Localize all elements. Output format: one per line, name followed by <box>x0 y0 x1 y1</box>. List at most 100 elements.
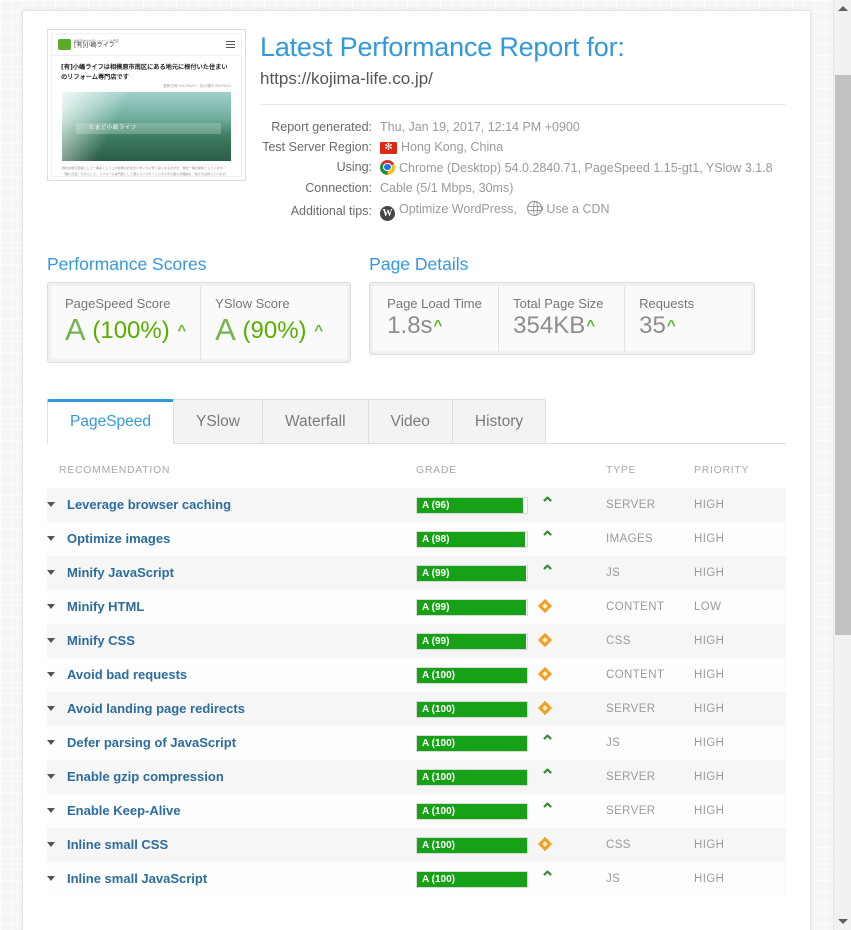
expand-caret-icon[interactable] <box>47 672 55 678</box>
pagespeed-score-cell[interactable]: PageSpeed Score A (100%) ^ <box>51 285 202 360</box>
table-row[interactable]: Enable Keep-Alive A (100) ⌃ SERVER HIGH <box>47 794 786 829</box>
recommendation-link[interactable]: Leverage browser caching <box>67 497 231 512</box>
table-row[interactable]: Enable gzip compression A (100) ⌃ SERVER HIG… <box>47 760 786 795</box>
requests-cell[interactable]: Requests 35^ <box>625 285 752 352</box>
globe-icon <box>527 200 543 217</box>
page-load-time-cell[interactable]: Page Load Time 1.8s^ <box>373 285 500 352</box>
total-page-size-label: Total Page Size <box>513 295 604 311</box>
tab-yslow[interactable]: YSlow <box>173 399 263 444</box>
meta-region-text: Hong Kong, China <box>401 139 504 154</box>
diamond-icon <box>528 700 572 718</box>
expand-caret-icon[interactable] <box>47 536 55 542</box>
grade-cell: A (100) ⌃ <box>416 862 606 896</box>
caret-up-icon: ^ <box>314 321 323 339</box>
type-cell: CSS <box>606 839 631 852</box>
table-row[interactable]: Avoid bad requests A (100) CONTENT HIGH <box>47 658 786 693</box>
expand-caret-icon[interactable] <box>47 706 55 712</box>
recommendation-link[interactable]: Optimize images <box>67 531 170 546</box>
expand-caret-icon[interactable] <box>47 808 55 814</box>
diamond-glyph <box>537 599 553 614</box>
recommendation-link[interactable]: Enable gzip compression <box>67 769 224 784</box>
expand-caret-icon[interactable] <box>47 774 55 780</box>
site-thumbnail[interactable]: 相模原市の住宅リフォーム専門店 [有]小嶋ライフ [有]小嶋ライフは相模原市南区… <box>47 29 246 181</box>
recommendation-link[interactable]: Minify CSS <box>67 633 135 648</box>
chevron-up-glyph: ⌃ <box>540 494 556 515</box>
yslow-score-cell[interactable]: YSlow Score A (90%) ^ <box>201 285 348 360</box>
table-row[interactable]: Minify CSS A (99) CSS HIGH <box>47 624 786 659</box>
requests-value: 35^ <box>639 312 737 340</box>
chevron-up-icon: ⌃ <box>528 733 572 753</box>
expand-caret-icon[interactable] <box>47 842 55 848</box>
diamond-icon <box>528 666 572 684</box>
table-row[interactable]: Minify JavaScript A (99) ⌃ JS HIGH <box>47 556 786 591</box>
recommendation-link[interactable]: Inline small JavaScript <box>67 871 207 886</box>
scroll-down-button[interactable] <box>834 913 851 930</box>
grade-cell: A (100) <box>416 692 606 726</box>
recommendation-link[interactable]: Defer parsing of JavaScript <box>67 735 236 750</box>
expand-caret-icon[interactable] <box>47 604 55 610</box>
pagespeed-score-label: PageSpeed Score <box>65 295 171 311</box>
chevron-up-glyph: ⌃ <box>540 562 556 583</box>
tab-history[interactable]: History <box>451 399 547 444</box>
scroll-up-button[interactable] <box>834 0 851 17</box>
meta-label-tips: Additional tips: <box>290 203 372 218</box>
column-header-grade: GRADE <box>416 464 457 477</box>
column-header-priority: PRIORITY <box>694 464 750 477</box>
grade-bar: A (100) <box>416 802 528 820</box>
thumbnail-logo-row: 相模原市の住宅リフォーム専門店 [有]小嶋ライフ <box>52 34 241 56</box>
table-row[interactable]: Inline small CSS A (100) CSS HIGH <box>47 828 786 863</box>
tip-wordpress-link[interactable]: Optimize WordPress, <box>399 202 517 216</box>
thumbnail-photo-sign: たまど小嶋ライフ <box>89 124 137 131</box>
grade-bar: A (100) <box>416 700 528 718</box>
table-row[interactable]: Inline small JavaScript A (100) ⌃ JS HIGH <box>47 862 786 897</box>
table-row[interactable]: Leverage browser caching A (96) ⌃ SERVER HIG… <box>47 488 786 523</box>
page-title: Latest Performance Report for: <box>260 32 625 62</box>
caret-up-icon: ^ <box>177 321 187 339</box>
vertical-scrollbar[interactable] <box>833 0 851 930</box>
chevron-up-icon: ⌃ <box>528 563 572 583</box>
recommendation-link[interactable]: Minify HTML <box>67 599 144 614</box>
report-url[interactable]: https://kojima-life.co.jp/ <box>260 68 786 90</box>
diamond-icon <box>528 598 572 616</box>
report-tabs: PageSpeed YSlow Waterfall Video History <box>47 399 786 445</box>
grade-bar-label: A (100) <box>422 669 455 681</box>
grade-bar: A (99) <box>416 632 528 650</box>
tip-cdn-link[interactable]: Use a CDN <box>546 202 609 216</box>
column-header-type: TYPE <box>606 464 637 477</box>
recommendation-link[interactable]: Avoid bad requests <box>67 667 187 682</box>
expand-caret-icon[interactable] <box>47 502 55 508</box>
meta-value-generated: Thu, Jan 19, 2017, 12:14 PM +0900 <box>380 119 580 134</box>
meta-row-tips: Additional tips: W Optimize WordPress, Us… <box>260 198 786 224</box>
grade-cell: A (99) <box>416 590 606 624</box>
scrollbar-thumb[interactable] <box>835 75 851 635</box>
thumbnail-headline: [有]小嶋ライフは相模原市南区にある地元に根付いた住まいのリフォーム専門店です <box>61 64 228 81</box>
table-row[interactable]: Defer parsing of JavaScript A (100) ⌃ JS HIG… <box>47 726 786 761</box>
tab-pagespeed[interactable]: PageSpeed <box>47 399 175 445</box>
table-row[interactable]: Minify HTML A (99) CONTENT LOW <box>47 590 786 625</box>
recommendation-cell: Avoid bad requests <box>47 658 416 692</box>
recommendation-link[interactable]: Minify JavaScript <box>67 565 174 580</box>
grade-bar-label: A (99) <box>422 601 450 613</box>
total-page-size-value: 354KB^ <box>513 312 610 340</box>
expand-caret-icon[interactable] <box>47 638 55 644</box>
recommendation-link[interactable]: Avoid landing page redirects <box>67 701 245 716</box>
priority-cell: HIGH <box>694 635 725 648</box>
type-cell: JS <box>606 737 621 750</box>
expand-caret-icon[interactable] <box>47 570 55 576</box>
expand-caret-icon[interactable] <box>47 740 55 746</box>
expand-caret-icon[interactable] <box>47 876 55 882</box>
caret-up-icon: ^ <box>433 316 443 334</box>
header-divider <box>260 103 786 105</box>
recommendation-cell: Minify JavaScript <box>47 556 416 590</box>
report-card: 相模原市の住宅リフォーム専門店 [有]小嶋ライフ [有]小嶋ライフは相模原市南区… <box>22 10 811 930</box>
recommendation-link[interactable]: Enable Keep-Alive <box>67 803 180 818</box>
priority-cell: HIGH <box>694 533 725 546</box>
table-row[interactable]: Optimize images A (98) ⌃ IMAGES HIGH <box>47 522 786 557</box>
type-cell: SERVER <box>606 499 656 512</box>
tab-waterfall[interactable]: Waterfall <box>261 399 369 444</box>
recommendation-link[interactable]: Inline small CSS <box>67 837 168 852</box>
grade-cell: A (100) <box>416 828 606 862</box>
tab-video[interactable]: Video <box>367 399 453 444</box>
table-row[interactable]: Avoid landing page redirects A (100) SERVE… <box>47 692 786 727</box>
total-page-size-cell[interactable]: Total Page Size 354KB^ <box>499 285 626 352</box>
